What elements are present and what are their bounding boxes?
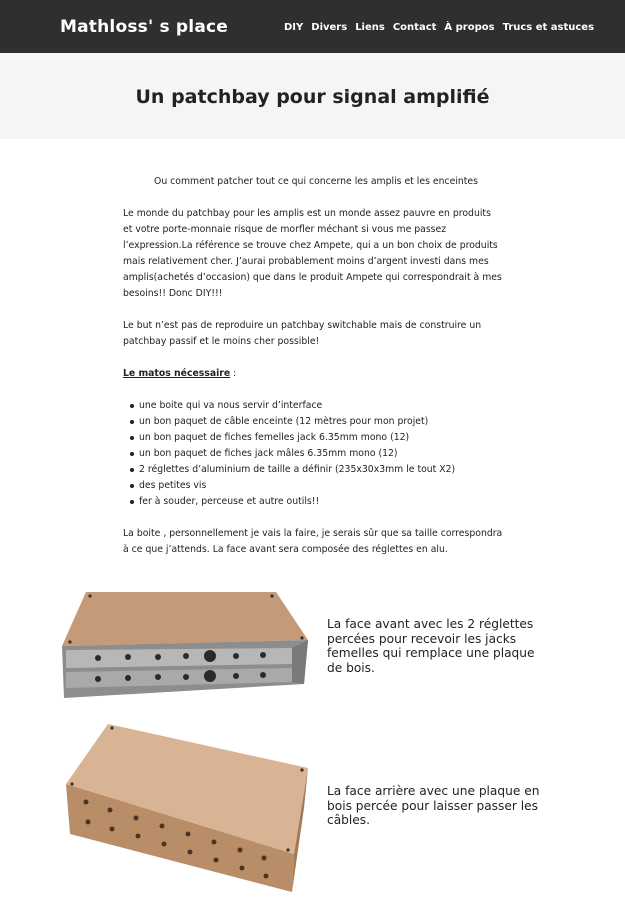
caption-front-face: La face avant avec les 2 réglettes percé…	[327, 617, 535, 675]
list-item: des petites vis	[130, 478, 503, 494]
list-item: un bon paquet de fiches femelles jack 6.…	[130, 430, 503, 446]
paragraph-intro: Le monde du patchbay pour les amplis est…	[123, 208, 502, 299]
article-subtitle: Ou comment patcher tout ce qui concerne …	[154, 176, 478, 187]
list-item: fer à souder, perceuse et autre outils!!	[130, 494, 503, 510]
nav-item-liens[interactable]: Liens	[355, 22, 385, 33]
article-body: Ou comment patcher tout ce qui concerne …	[123, 174, 503, 574]
nav-item-divers[interactable]: Divers	[311, 22, 347, 33]
nav-item-diy[interactable]: DIY	[284, 22, 303, 33]
paragraph-goal: Le but n’est pas de reproduire un patchb…	[123, 320, 482, 347]
list-item: un bon paquet de câble enceinte (12 mètr…	[130, 414, 503, 430]
caption-back-face: La face arrière avec une plaque en bois …	[327, 784, 540, 828]
paragraph-box: La boite , personnellement je vais la fa…	[123, 528, 503, 555]
site-header: Mathloss' s place DIY Divers Liens Conta…	[0, 0, 625, 53]
list-item: un bon paquet de fiches jack mâles 6.35m…	[130, 446, 503, 462]
nav-item-trucs-et-astuces[interactable]: Trucs et astuces	[503, 22, 594, 33]
matos-suffix: :	[230, 368, 237, 379]
main-nav: DIY Divers Liens Contact À propos Trucs …	[284, 22, 594, 33]
matos-line: Le matos nécessaire :	[123, 366, 503, 382]
nav-item-a-propos[interactable]: À propos	[444, 22, 494, 33]
list-item: une boite qui va nous servir d’interface	[130, 398, 503, 414]
list-item: 2 réglettes d’aluminium de taille a défi…	[130, 462, 503, 478]
nav-item-contact[interactable]: Contact	[393, 22, 437, 33]
page-title: Un patchbay pour signal amplifié	[135, 86, 490, 108]
box-top	[62, 592, 308, 646]
matos-list: une boite qui va nous servir d’interface…	[123, 398, 503, 510]
matos-heading: Le matos nécessaire	[123, 368, 231, 379]
site-title[interactable]: Mathloss' s place	[60, 17, 228, 37]
back-face-photo	[66, 724, 308, 892]
front-face-photo	[62, 592, 308, 698]
